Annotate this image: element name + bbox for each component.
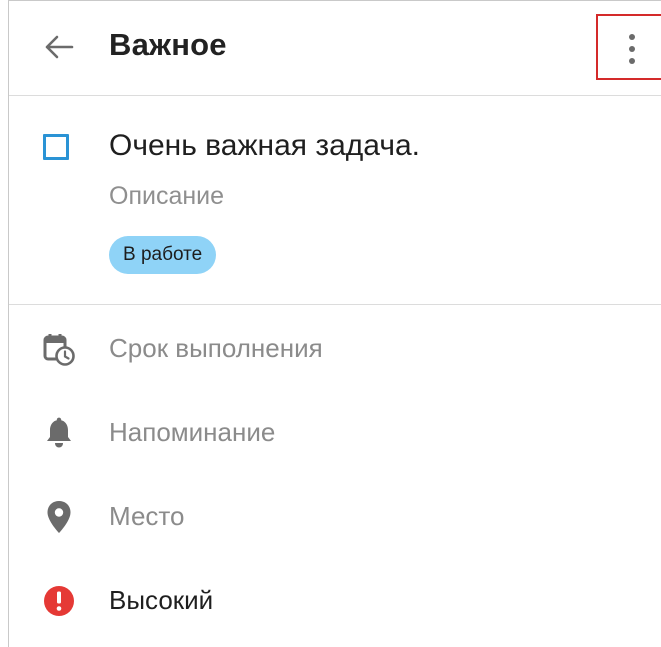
location-row[interactable]: Место [9,475,661,559]
page-title: Важное [109,27,227,62]
due-date-label: Срок выполнения [109,333,323,363]
location-pin-icon [41,499,77,535]
task-details-screen: Важное Очень важная задача. Описание В р… [8,0,661,647]
priority-row[interactable]: Высокий [9,559,661,643]
more-vertical-icon [628,34,636,64]
due-date-row[interactable]: Срок выполнения [9,307,661,391]
priority-high-icon [41,583,77,619]
location-label: Место [109,501,185,531]
task-card: Очень важная задача. Описание В работе [9,96,661,305]
priority-label: Высокий [109,585,214,615]
app-bar: Важное [9,1,661,96]
more-options-button[interactable] [596,14,661,80]
task-complete-checkbox[interactable] [43,134,69,160]
task-title[interactable]: Очень важная задача. [109,129,420,163]
task-description-field[interactable]: Описание [109,182,224,211]
reminder-label: Напоминание [109,417,276,447]
arrow-left-icon [45,35,74,59]
bell-icon [41,415,77,451]
back-button[interactable] [41,29,77,65]
reminder-row[interactable]: Напоминание [9,391,661,475]
calendar-clock-icon [41,331,77,367]
status-badge[interactable]: В работе [109,236,217,274]
